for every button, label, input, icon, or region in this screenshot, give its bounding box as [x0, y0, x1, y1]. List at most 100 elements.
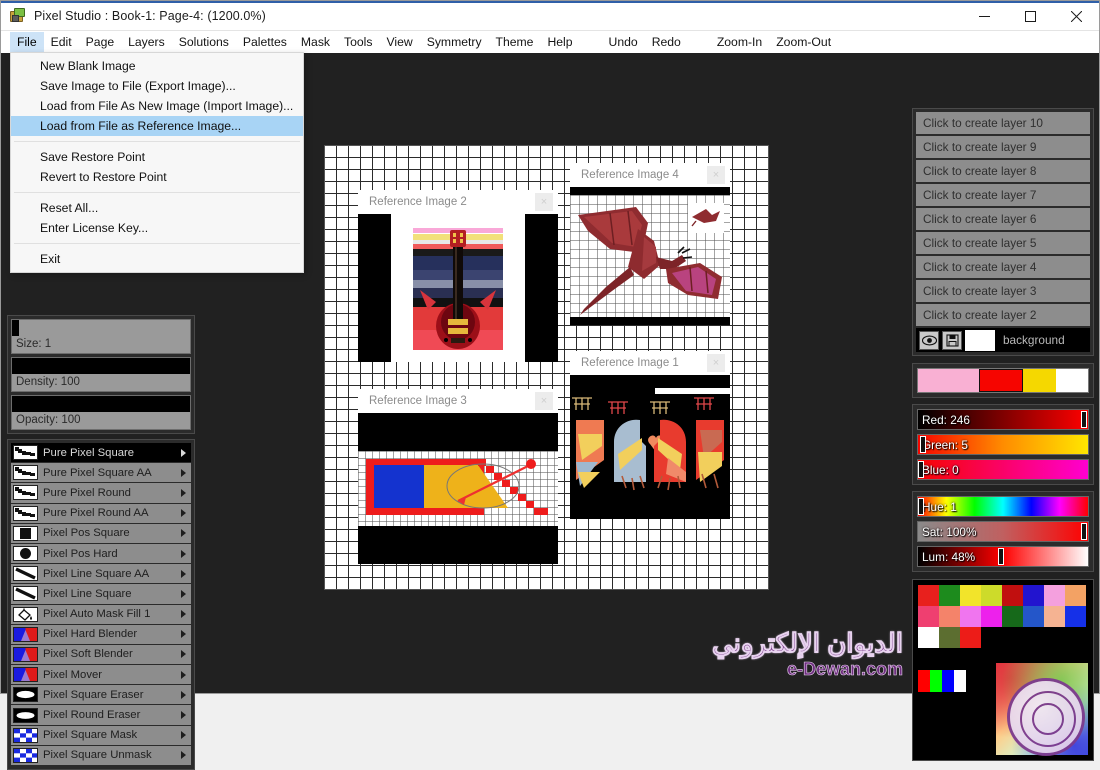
palette-swatch[interactable] — [981, 585, 1002, 606]
layer-color-swatch[interactable] — [965, 329, 995, 351]
density-slider-track[interactable] — [12, 358, 190, 374]
tool-pure-pixel-square-aa[interactable]: Pure Pixel Square AA — [11, 463, 191, 483]
swatch-current-color[interactable] — [979, 369, 1024, 392]
layer-slot-6[interactable]: Click to create layer 6 — [916, 208, 1090, 230]
menu-palettes[interactable]: Palettes — [236, 32, 294, 52]
palette-swatch[interactable] — [960, 627, 981, 648]
green-slider-thumb[interactable] — [919, 436, 926, 453]
close-icon[interactable]: × — [707, 354, 725, 372]
menu-mask[interactable]: Mask — [294, 32, 337, 52]
tool-pure-pixel-round[interactable]: Pure Pixel Round — [11, 483, 191, 503]
layer-slot-8[interactable]: Click to create layer 8 — [916, 160, 1090, 182]
rgbw-white[interactable] — [954, 670, 966, 692]
palette-swatch[interactable] — [918, 585, 939, 606]
tool-pixel-line-square[interactable]: Pixel Line Square — [11, 584, 191, 604]
layer-slot-3[interactable]: Click to create layer 3 — [916, 280, 1090, 302]
reference-window-4-titlebar[interactable]: Reference Image 4 × — [570, 163, 730, 187]
tool-pixel-auto-mask-fill-1[interactable]: Pixel Auto Mask Fill 1 — [11, 604, 191, 624]
tool-pixel-square-mask[interactable]: Pixel Square Mask — [11, 725, 191, 745]
close-icon[interactable]: × — [535, 193, 553, 211]
close-button[interactable] — [1053, 2, 1099, 31]
reference-window-1[interactable]: Reference Image 1 × — [570, 351, 730, 519]
rgbw-red[interactable] — [918, 670, 930, 692]
palette-swatch[interactable] — [960, 585, 981, 606]
layer-slot-9[interactable]: Click to create layer 9 — [916, 136, 1090, 158]
layer-slot-5[interactable]: Click to create layer 5 — [916, 232, 1090, 254]
density-slider[interactable]: Density: 100 — [11, 357, 191, 392]
swatch-previous-color[interactable] — [918, 369, 980, 392]
zoom-in-button[interactable]: Zoom-In — [710, 32, 769, 52]
layer-slot-7[interactable]: Click to create layer 7 — [916, 184, 1090, 206]
palette-swatch[interactable] — [939, 627, 960, 648]
layer-background[interactable]: background — [916, 328, 1090, 352]
tool-pixel-line-square-aa[interactable]: Pixel Line Square AA — [11, 564, 191, 584]
menu-layers[interactable]: Layers — [121, 32, 172, 52]
palette-swatch[interactable] — [1023, 606, 1044, 627]
reference-window-1-titlebar[interactable]: Reference Image 1 × — [570, 351, 730, 375]
palette-swatch[interactable] — [918, 627, 939, 648]
tool-pixel-round-eraser[interactable]: Pixel Round Eraser — [11, 705, 191, 725]
blue-slider-thumb[interactable] — [918, 461, 924, 478]
size-slider[interactable]: Size: 1 — [11, 319, 191, 354]
close-icon[interactable]: × — [707, 166, 725, 184]
menu-solutions[interactable]: Solutions — [172, 32, 236, 52]
swatch-white-color[interactable] — [1055, 369, 1088, 392]
menu-item-new-blank-image[interactable]: New Blank Image — [11, 56, 303, 76]
layer-slot-2[interactable]: Click to create layer 2 — [916, 304, 1090, 326]
hue-slider-thumb[interactable] — [918, 498, 924, 515]
palette-swatch[interactable] — [1002, 606, 1023, 627]
rgbw-blue[interactable] — [942, 670, 954, 692]
reference-window-4[interactable]: Reference Image 4 × — [570, 163, 730, 325]
menu-theme[interactable]: Theme — [489, 32, 541, 52]
red-slider[interactable]: Red: 246 — [917, 409, 1089, 430]
menu-item-reset-all[interactable]: Reset All... — [11, 198, 303, 218]
reference-window-2-titlebar[interactable]: Reference Image 2 × — [358, 190, 558, 214]
zoom-out-button[interactable]: Zoom-Out — [769, 32, 838, 52]
menu-item-revert-restore-point[interactable]: Revert to Restore Point — [11, 167, 303, 187]
green-slider[interactable]: Green: 5 — [917, 434, 1089, 455]
menu-item-exit[interactable]: Exit — [11, 249, 303, 269]
palette-swatch[interactable] — [939, 606, 960, 627]
menu-symmetry[interactable]: Symmetry — [420, 32, 489, 52]
palette-swatch[interactable] — [981, 606, 1002, 627]
redo-button[interactable]: Redo — [645, 32, 688, 52]
maximize-button[interactable] — [1007, 2, 1053, 31]
tool-pixel-hard-blender[interactable]: Pixel Hard Blender — [11, 624, 191, 644]
tool-pixel-pos-hard[interactable]: Pixel Pos Hard — [11, 543, 191, 564]
palette-swatch[interactable] — [960, 606, 981, 627]
palette-swatch[interactable] — [1044, 585, 1065, 606]
menu-file[interactable]: File — [10, 32, 44, 52]
red-slider-thumb[interactable] — [1081, 411, 1088, 428]
tool-pixel-square-eraser[interactable]: Pixel Square Eraser — [11, 685, 191, 705]
tool-pure-pixel-round-aa[interactable]: Pure Pixel Round AA — [11, 503, 191, 523]
palette-swatch[interactable] — [918, 606, 939, 627]
hue-slider[interactable]: Hue: 1 — [917, 496, 1089, 517]
reference-window-2[interactable]: Reference Image 2 × — [358, 190, 558, 362]
layer-slot-4[interactable]: Click to create layer 4 — [916, 256, 1090, 278]
palette-swatch[interactable] — [1065, 606, 1086, 627]
palette-swatch[interactable] — [1002, 585, 1023, 606]
tool-pixel-soft-blender[interactable]: Pixel Soft Blender — [11, 644, 191, 665]
opacity-slider[interactable]: Opacity: 100 — [11, 395, 191, 430]
minimize-button[interactable] — [961, 2, 1007, 31]
menu-item-save-image-to-file[interactable]: Save Image to File (Export Image)... — [11, 76, 303, 96]
menu-edit[interactable]: Edit — [44, 32, 79, 52]
menu-page[interactable]: Page — [79, 32, 121, 52]
undo-button[interactable]: Undo — [602, 32, 645, 52]
menu-item-load-as-new-image[interactable]: Load from File As New Image (Import Imag… — [11, 96, 303, 116]
reference-window-3[interactable]: Reference Image 3 × — [358, 389, 558, 564]
lum-slider[interactable]: Lum: 48% — [917, 546, 1089, 567]
tool-pixel-pos-square[interactable]: Pixel Pos Square — [11, 523, 191, 543]
palette-swatch[interactable] — [1065, 585, 1086, 606]
tool-pure-pixel-square[interactable]: Pure Pixel Square — [11, 443, 191, 463]
menu-item-load-as-reference-image[interactable]: Load from File as Reference Image... — [11, 116, 303, 136]
save-icon[interactable] — [942, 330, 962, 350]
rgbw-green[interactable] — [930, 670, 942, 692]
tool-pixel-mover[interactable]: Pixel Mover — [11, 665, 191, 685]
sat-slider-thumb[interactable] — [1081, 523, 1088, 540]
palette-swatch[interactable] — [1023, 585, 1044, 606]
blue-slider[interactable]: Blue: 0 — [917, 459, 1089, 480]
layer-slot-10[interactable]: Click to create layer 10 — [916, 112, 1090, 134]
tool-pixel-square-unmask[interactable]: Pixel Square Unmask — [11, 745, 191, 765]
menu-item-save-restore-point[interactable]: Save Restore Point — [11, 147, 303, 167]
